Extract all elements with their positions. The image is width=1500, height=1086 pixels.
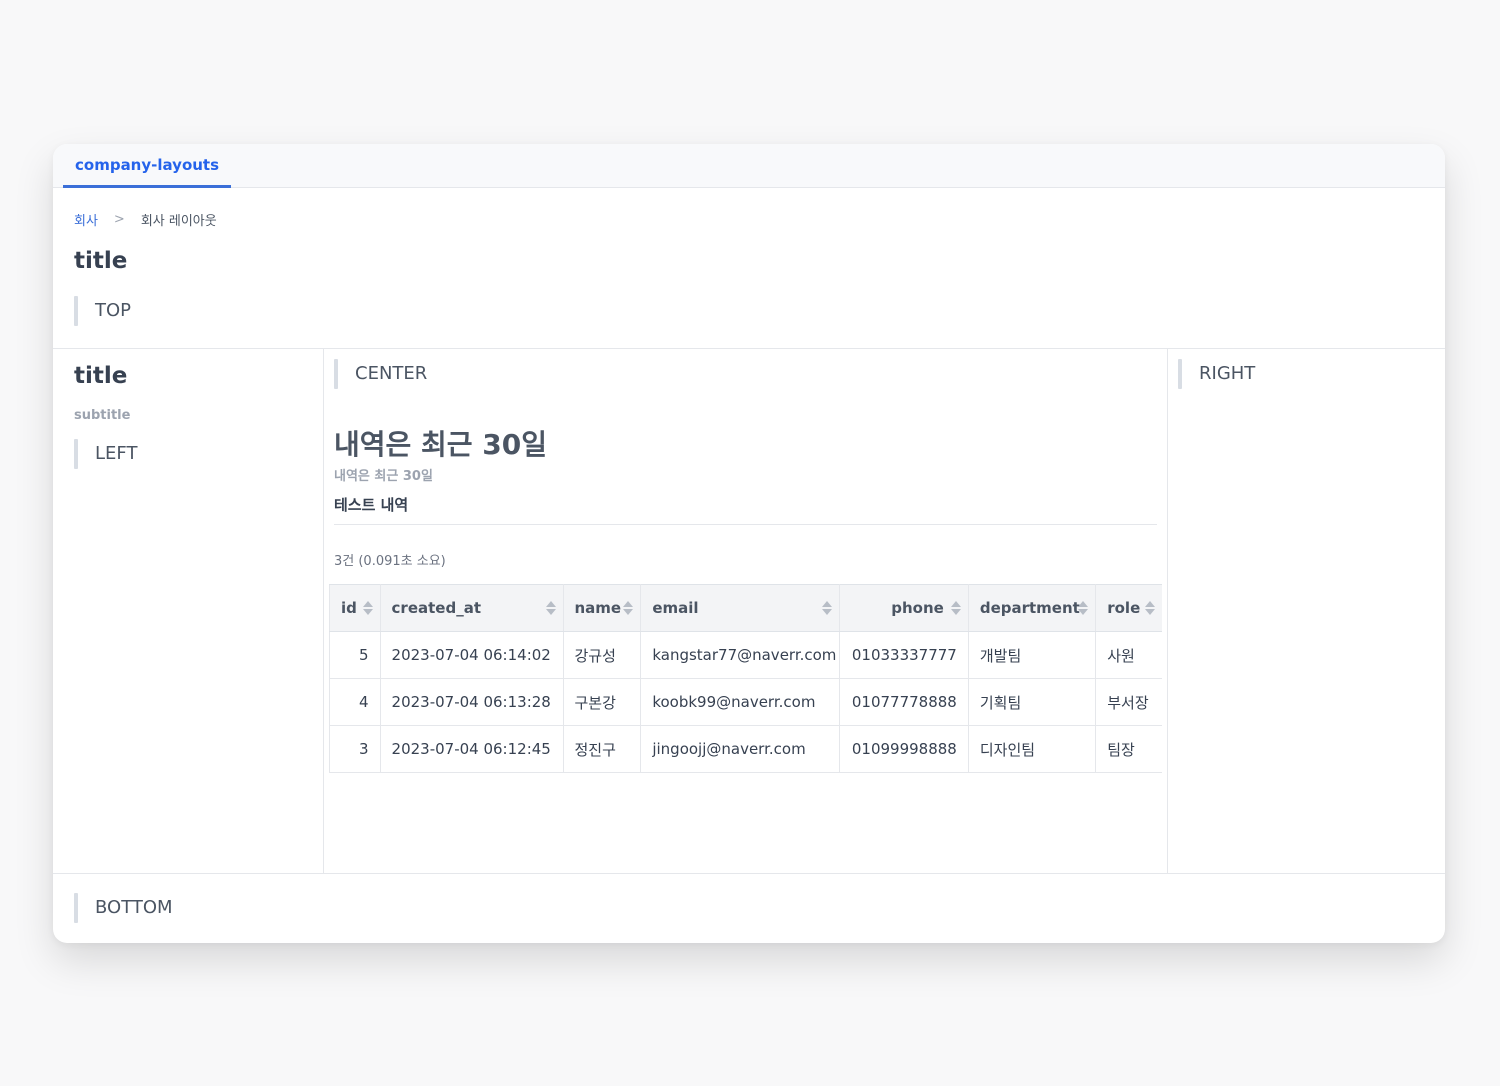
page-title: title [74,248,128,274]
table-row[interactable]: 3 2023-07-04 06:12:45 정진구 jingoojj@naver… [329,725,1162,773]
cell-email: jingoojj@naverr.com [640,725,841,773]
data-table: id created_at name email phone departmen… [329,584,1162,773]
column-label: created_at [391,599,481,617]
column-header-role[interactable]: role [1095,584,1162,632]
left-marker: LEFT [74,439,137,469]
breadcrumb: 회사 > 회사 레이아웃 [74,210,217,229]
column-label: phone [891,599,944,617]
cell-phone: 01033337777 [839,631,969,679]
column-label: name [574,599,622,617]
top-region [53,188,1445,349]
table-row[interactable]: 4 2023-07-04 06:13:28 구본강 koobk99@naverr… [329,678,1162,726]
sort-icon [362,601,373,615]
sort-icon [1078,601,1089,615]
column-label: role [1107,599,1141,617]
breadcrumb-current: 회사 레이아웃 [140,214,217,229]
app-window: company-layouts 회사 > 회사 레이아웃 title TOP t… [53,144,1445,943]
chevron-right-icon: > [113,212,125,227]
center-marker: CENTER [334,359,427,389]
result-count: 3건 (0.091초 소요) [334,554,446,569]
left-subtitle: subtitle [74,408,131,423]
cell-department: 기획팀 [967,678,1097,726]
cell-id: 4 [329,678,381,726]
cell-role: 사원 [1095,631,1162,679]
cell-id: 3 [329,725,381,773]
sort-icon [822,601,833,615]
column-header-created-at[interactable]: created_at [379,584,564,632]
cell-name: 강규성 [562,631,642,679]
cell-created-at: 2023-07-04 06:13:28 [379,678,564,726]
left-title: title [74,363,128,389]
table-row[interactable]: 5 2023-07-04 06:14:02 강규성 kangstar77@nav… [329,631,1162,679]
cell-phone: 01077778888 [839,678,969,726]
table-header-row: id created_at name email phone departmen… [329,584,1162,632]
bottom-region: BOTTOM [53,873,1445,943]
cell-name: 정진구 [562,725,642,773]
sort-icon [950,601,961,615]
cell-name: 구본강 [562,678,642,726]
data-table-wrapper: id created_at name email phone departmen… [329,584,1162,773]
divider [334,524,1157,525]
right-pane: RIGHT [1167,349,1445,873]
column-header-email[interactable]: email [640,584,841,632]
column-header-id[interactable]: id [329,584,381,632]
cell-created-at: 2023-07-04 06:14:02 [379,631,564,679]
right-marker: RIGHT [1178,359,1255,389]
column-header-phone[interactable]: phone [839,584,969,632]
column-header-name[interactable]: name [562,584,642,632]
cell-email: kangstar77@naverr.com [640,631,841,679]
cell-id: 5 [329,631,381,679]
cell-role: 부서장 [1095,678,1162,726]
sort-icon [623,601,634,615]
section-label: 테스트 내역 [334,496,409,514]
sort-icon [1145,601,1155,615]
column-label: department [979,599,1080,617]
column-label: email [652,599,699,617]
center-pane: CENTER 내역은 최근 30일 내역은 최근 30일 테스트 내역 3건 (… [324,349,1167,873]
left-pane: title subtitle LEFT [53,349,324,873]
top-marker: TOP [74,296,131,326]
column-label: id [341,599,357,617]
center-subheading: 내역은 최근 30일 [334,469,433,484]
tab-company-layouts[interactable]: company-layouts [63,144,232,188]
cell-phone: 01099998888 [839,725,969,773]
bottom-marker: BOTTOM [74,893,173,923]
cell-department: 디자인팀 [967,725,1097,773]
cell-email: koobk99@naverr.com [640,678,841,726]
breadcrumb-root-link[interactable]: 회사 [74,210,98,229]
cell-department: 개발팀 [967,631,1097,679]
cell-created-at: 2023-07-04 06:12:45 [379,725,564,773]
cell-role: 팀장 [1095,725,1162,773]
sort-icon [545,601,556,615]
center-heading: 내역은 최근 30일 [334,428,548,461]
column-header-department[interactable]: department [967,584,1097,632]
tab-bar: company-layouts [53,144,1445,188]
